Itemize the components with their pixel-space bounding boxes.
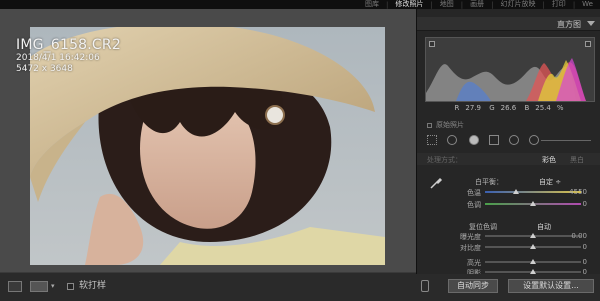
treatment-color-tab[interactable]: 彩色	[542, 155, 556, 165]
adjustment-brush-icon[interactable]	[529, 135, 539, 145]
module-map[interactable]: 地图	[433, 0, 461, 9]
exposure-knob[interactable]	[530, 233, 536, 238]
before-after-button[interactable]	[30, 281, 48, 292]
histogram-title: 直方图	[557, 20, 581, 29]
original-photo-checkbox[interactable]	[427, 122, 432, 128]
contrast-slider[interactable]	[485, 244, 581, 249]
temp-knob[interactable]	[512, 189, 519, 194]
auto-sync-button[interactable]: 自动同步	[448, 279, 498, 293]
tint-slider[interactable]	[485, 201, 581, 206]
module-slideshow[interactable]: 幻灯片放映	[493, 0, 542, 9]
histogram-graph	[426, 58, 586, 101]
photo-dimensions: 5472 x 3648	[16, 64, 73, 74]
photo-datetime: 2018/4/1 16:42:06	[16, 53, 100, 63]
module-develop[interactable]: 修改照片	[388, 0, 430, 9]
white-balance-label: 白平衡：	[475, 178, 503, 186]
module-nav: 图库 | 修改照片 | 地图 | 画册 | 幻灯片放映 | 打印 | We	[358, 0, 600, 9]
shadows-slider[interactable]	[485, 269, 581, 274]
original-photo-label: 原始照片	[436, 121, 464, 129]
contrast-knob[interactable]	[530, 244, 536, 249]
histogram[interactable]	[425, 37, 595, 102]
photo-filename: IMG_6158.CR2	[16, 37, 121, 53]
softproof-checkbox[interactable]	[67, 283, 74, 290]
exposure-row: 曝光度 0.00	[417, 231, 600, 241]
rgb-b-label: B	[524, 104, 530, 112]
chevron-down-icon[interactable]: ▾	[51, 282, 55, 290]
original-photo-toggle[interactable]: 原始照片	[427, 120, 464, 130]
tint-row: 色调 0	[417, 199, 600, 209]
temp-label: 色温	[467, 189, 481, 197]
bottom-toolbar: ▾ 软打样	[0, 272, 416, 301]
collapse-triangle-icon[interactable]	[587, 21, 595, 26]
radial-filter-icon[interactable]	[509, 135, 519, 145]
brush-size-line	[541, 140, 591, 141]
rgb-g-label: G	[489, 104, 495, 112]
histogram-header[interactable]: 直方图	[417, 17, 600, 31]
rgb-r-label: R	[454, 104, 460, 112]
white-balance-dropdown[interactable]: 自定 ÷	[539, 177, 561, 187]
red-eye-icon[interactable]	[469, 135, 479, 145]
treatment-label: 处理方式：	[427, 156, 462, 164]
set-default-button[interactable]: 设置默认设置...	[508, 279, 594, 293]
module-library[interactable]: 图库	[358, 0, 386, 9]
rgb-readout: R 27.9 G 26.6 B 25.4%	[417, 104, 600, 112]
tint-knob[interactable]	[530, 201, 536, 206]
right-bottom-bar: 自动同步 设置默认设置...	[416, 274, 600, 301]
tint-value[interactable]: 0	[583, 200, 587, 208]
module-print[interactable]: 打印	[545, 0, 573, 9]
softproof-label: 软打样	[79, 281, 107, 291]
spot-removal-icon[interactable]	[447, 135, 457, 145]
highlights-slider[interactable]	[485, 259, 581, 264]
rgb-r-value: 27.9	[465, 104, 481, 112]
exposure-value[interactable]: 0.00	[571, 232, 587, 240]
module-bar: 图库 | 修改照片 | 地图 | 画册 | 幻灯片放映 | 打印 | We	[0, 0, 600, 9]
right-panel: 直方图 R 27.9 G 26.6 B 25.4% 原始照片 处理方式： 彩色 黑白	[416, 9, 600, 301]
white-balance-row: 白平衡： 自定 ÷	[417, 176, 600, 187]
contrast-value[interactable]: 0	[583, 243, 587, 251]
exposure-label: 曝光度	[460, 233, 481, 241]
rgb-unit: %	[556, 104, 564, 112]
rgb-g-value: 26.6	[500, 104, 517, 112]
highlights-value[interactable]: 0	[583, 258, 587, 266]
photo-canvas[interactable]: IMG_6158.CR2 2018/4/1 16:42:06 5472 x 36…	[0, 9, 416, 272]
sync-switch-icon[interactable]	[421, 280, 429, 292]
crop-tool-icon[interactable]	[427, 135, 437, 145]
contrast-row: 对比度 0	[417, 242, 600, 252]
temp-row: 色温 4550	[417, 187, 600, 197]
basic-panel-header: 处理方式： 彩色 黑白	[417, 153, 600, 165]
graduated-filter-icon[interactable]	[489, 135, 499, 145]
module-book[interactable]: 画册	[463, 0, 491, 9]
photo-info-overlay: IMG_6158.CR2 2018/4/1 16:42:06 5472 x 36…	[16, 37, 121, 75]
treatment-bw-tab[interactable]: 黑白	[570, 155, 584, 165]
contrast-label: 对比度	[460, 244, 481, 252]
highlights-knob[interactable]	[530, 259, 536, 264]
highlights-row: 高光 0	[417, 257, 600, 267]
tint-label: 色调	[467, 201, 481, 209]
tool-strip	[425, 132, 595, 148]
temp-value[interactable]: 4550	[569, 188, 587, 196]
temp-slider[interactable]	[485, 189, 581, 194]
module-web[interactable]: We	[575, 0, 600, 9]
exposure-slider[interactable]	[485, 233, 581, 238]
loupe-view-button[interactable]	[8, 281, 22, 292]
rgb-b-value: 25.4	[535, 104, 551, 112]
